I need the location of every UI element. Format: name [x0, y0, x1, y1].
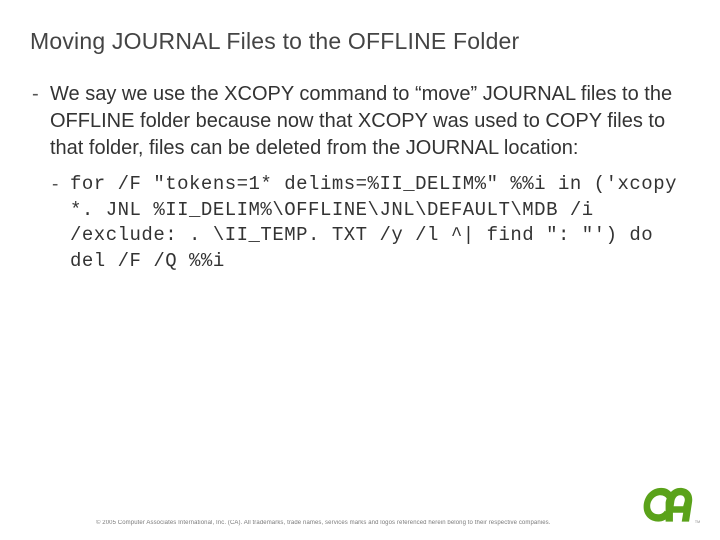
sub-list: for /F "tokens=1* delims=%II_DELIM%" %%i…: [50, 172, 690, 275]
footer: © 2005 Computer Associates International…: [0, 482, 720, 526]
ca-logo-icon: TM: [640, 482, 700, 526]
svg-text:TM: TM: [695, 520, 700, 524]
body-bullet-1-text: We say we use the XCOPY command to “move…: [50, 83, 672, 159]
code-bullet-1-text: for /F "tokens=1* delims=%II_DELIM%" %%i…: [70, 173, 677, 272]
slide-title: Moving JOURNAL Files to the OFFLINE Fold…: [30, 28, 690, 55]
body-list: We say we use the XCOPY command to “move…: [30, 81, 690, 275]
slide: Moving JOURNAL Files to the OFFLINE Fold…: [0, 0, 720, 540]
code-bullet-1: for /F "tokens=1* delims=%II_DELIM%" %%i…: [50, 172, 690, 275]
copyright-text: © 2005 Computer Associates International…: [96, 520, 551, 526]
body-bullet-1: We say we use the XCOPY command to “move…: [30, 81, 690, 275]
